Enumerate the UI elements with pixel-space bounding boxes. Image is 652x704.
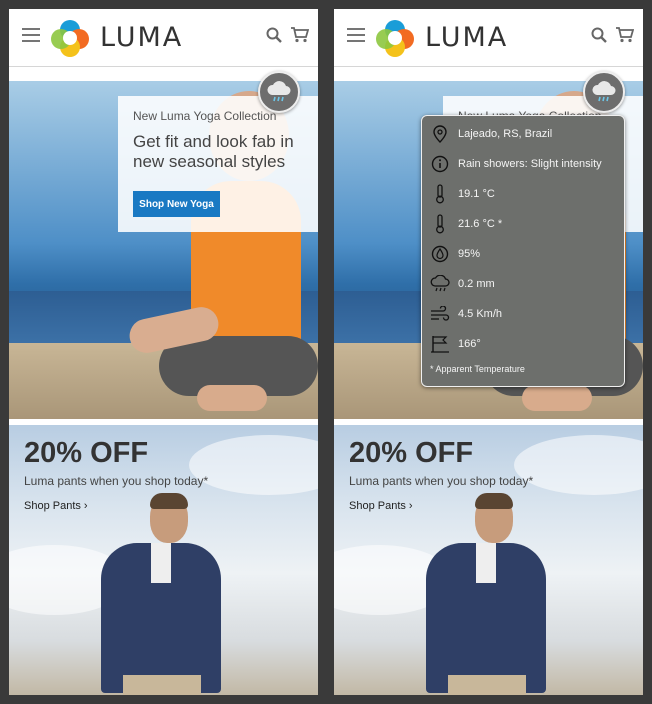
header-divider	[334, 66, 643, 67]
hero-model-foot	[522, 385, 592, 411]
promo-subtitle: Luma pants when you shop today*	[24, 474, 209, 488]
hamburger-menu-icon[interactable]	[22, 28, 40, 42]
promo-model-pants	[123, 675, 201, 695]
weather-location-text: Lajeado, RS, Brazil	[458, 128, 553, 140]
weather-wind-speed-text: 4.5 Km/h	[458, 308, 503, 320]
shop-pants-link[interactable]: Shop Pants ›	[24, 500, 88, 512]
weather-apparent-temperature-row: 21.6 °C *	[430, 212, 502, 236]
weather-humidity-row: 95%	[430, 242, 480, 266]
promo-title: 20% OFF	[24, 437, 149, 469]
hamburger-menu-icon[interactable]	[347, 28, 365, 42]
hero-collection-label: New Luma Yoga Collection	[133, 109, 277, 123]
promo-title: 20% OFF	[349, 437, 474, 469]
weather-wind-direction-row: 166°	[430, 332, 481, 356]
thermometer-icon	[430, 214, 450, 234]
humidity-icon	[430, 244, 450, 264]
weather-condition-row: Rain showers: Slight intensity	[430, 152, 602, 176]
phone-screen-right: LUMA New Luma Yoga Collection Get fit an…	[334, 9, 643, 695]
cart-icon[interactable]	[291, 27, 309, 43]
weather-temperature-text: 19.1 °C	[458, 188, 495, 200]
weather-wind-speed-row: 4.5 Km/h	[430, 302, 502, 326]
hero-model-foot	[197, 385, 267, 411]
info-icon	[430, 154, 450, 174]
wind-direction-icon	[430, 334, 450, 354]
cart-icon[interactable]	[616, 27, 634, 43]
weather-apparent-temperature-text: 21.6 °C *	[458, 218, 503, 230]
promo-model-hair	[150, 493, 188, 509]
shop-pants-link[interactable]: Shop Pants ›	[349, 500, 413, 512]
promo-subtitle: Luma pants when you shop today*	[349, 474, 534, 488]
header-divider	[9, 66, 318, 67]
pants-promo-banner[interactable]: 20% OFF Luma pants when you shop today* …	[9, 425, 318, 695]
thermometer-icon	[430, 184, 450, 204]
search-icon[interactable]	[591, 27, 607, 43]
luma-logo-icon[interactable]	[51, 19, 89, 57]
hero-headline: Get fit and look fab in new seasonal sty…	[133, 132, 294, 171]
weather-popup: Lajeado, RS, Brazil Rain showers: Slight…	[421, 115, 625, 387]
promo-model-pants	[448, 675, 526, 695]
weather-widget-button[interactable]	[258, 71, 300, 113]
weather-precipitation-text: 0.2 mm	[458, 278, 495, 290]
weather-wind-direction-text: 166°	[458, 338, 481, 350]
wind-icon	[430, 304, 450, 324]
promo-model-shirt	[476, 543, 496, 583]
hero-promo-box: New Luma Yoga Collection Get fit and loo…	[118, 96, 318, 232]
weather-footnote: * Apparent Temperature	[430, 364, 525, 374]
location-pin-icon	[430, 124, 450, 144]
site-header: LUMA	[9, 9, 318, 66]
pants-promo-banner[interactable]: 20% OFF Luma pants when you shop today* …	[334, 425, 643, 695]
promo-model-shirt	[151, 543, 171, 583]
weather-humidity-text: 95%	[458, 248, 481, 260]
promo-model-hair	[475, 493, 513, 509]
luma-logo-text[interactable]: LUMA	[100, 22, 183, 53]
weather-widget-button[interactable]	[583, 71, 625, 113]
search-icon[interactable]	[266, 27, 282, 43]
site-header: LUMA	[334, 9, 643, 66]
shop-new-yoga-button[interactable]: Shop New Yoga	[133, 191, 220, 217]
cloud-shape	[189, 435, 318, 495]
luma-logo-text[interactable]: LUMA	[425, 22, 508, 53]
luma-logo-icon[interactable]	[376, 19, 414, 57]
rain-cloud-icon	[430, 274, 450, 294]
cloud-shape	[514, 435, 643, 495]
weather-location-row: Lajeado, RS, Brazil	[430, 122, 552, 146]
weather-condition-text: Rain showers: Slight intensity	[458, 158, 602, 170]
rain-cloud-icon	[592, 81, 616, 102]
weather-temperature-row: 19.1 °C	[430, 182, 495, 206]
phone-screen-left: LUMA New Luma Yoga Collection Get fit an…	[9, 9, 318, 695]
weather-precipitation-row: 0.2 mm	[430, 272, 495, 296]
rain-cloud-icon	[267, 81, 291, 102]
